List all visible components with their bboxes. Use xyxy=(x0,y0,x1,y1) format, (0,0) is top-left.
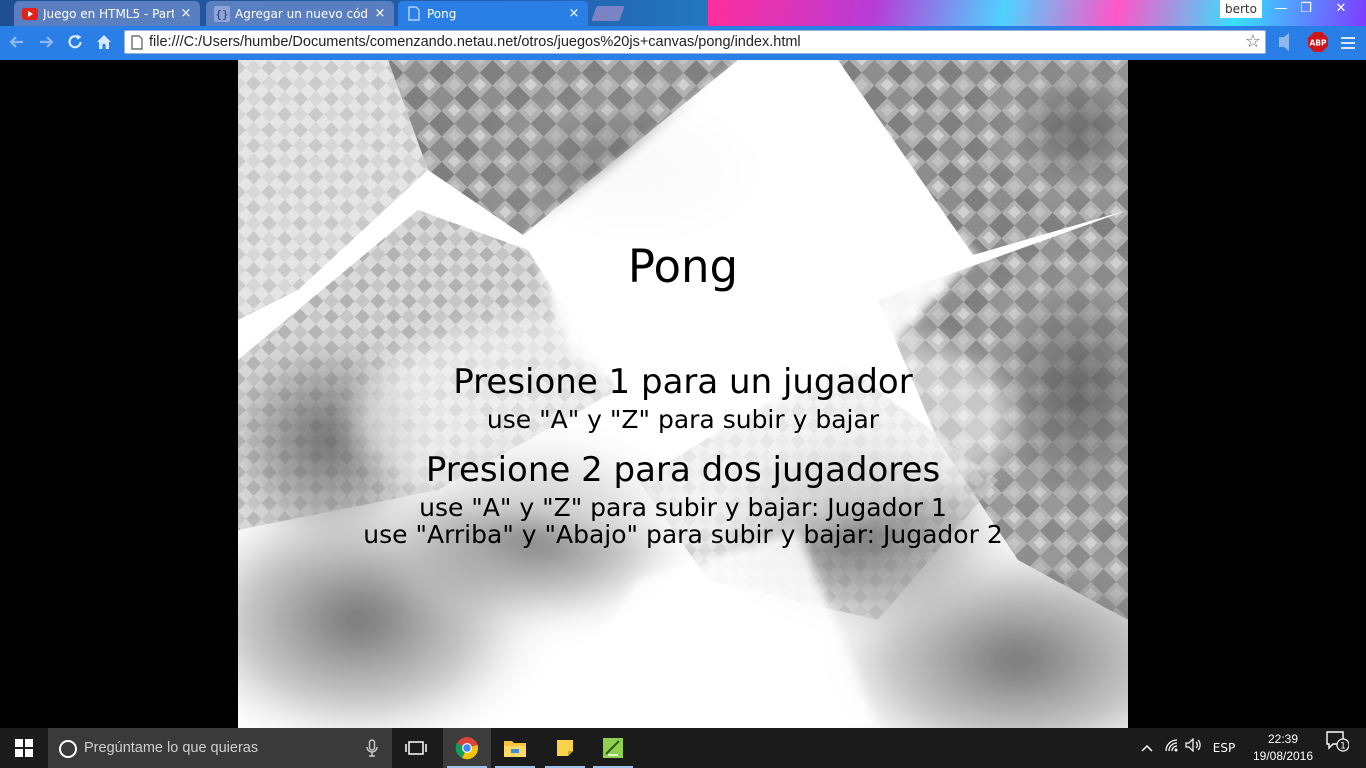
one-player-controls: use "A" y "Z" para subir y bajar xyxy=(486,405,880,434)
new-tab-button[interactable] xyxy=(591,6,625,21)
forward-arrow-icon[interactable] xyxy=(36,33,56,53)
back-arrow-icon[interactable] xyxy=(7,33,27,53)
cast-icon[interactable] xyxy=(1276,33,1296,55)
youtube-icon xyxy=(22,6,38,22)
tab-title: Pong xyxy=(427,6,457,21)
task-view-icon[interactable] xyxy=(392,728,440,768)
url-text[interactable]: file:///C:/Users/humbe/Documents/comenza… xyxy=(149,31,801,53)
adblock-plus-icon[interactable]: ABP xyxy=(1308,32,1328,56)
brackets-icon: {} xyxy=(214,5,230,22)
windows-taskbar: Pregúntame lo que quieras ESP 22:39 19/0… xyxy=(0,728,1366,768)
search-placeholder: Pregúntame lo que quieras xyxy=(84,740,259,756)
microphone-icon[interactable] xyxy=(366,739,378,761)
home-icon[interactable] xyxy=(94,33,114,53)
adblock-label: ABP xyxy=(1309,39,1327,48)
notification-count: 1 xyxy=(1340,742,1346,752)
cortana-icon xyxy=(59,740,77,758)
chrome-taskbar-icon[interactable] xyxy=(443,728,491,768)
action-center-icon[interactable]: 1 xyxy=(1322,728,1352,768)
one-player-option: Presione 1 para un jugador xyxy=(453,362,913,402)
tab-close-icon[interactable]: × xyxy=(374,6,386,21)
player1-controls: use "A" y "Z" para subir y bajar: Jugado… xyxy=(419,493,947,522)
page-icon xyxy=(131,35,143,54)
tab-youtube[interactable]: Juego en HTML5 - Parte 5 × xyxy=(14,1,200,26)
tab-title: Agregar un nuevo código xyxy=(235,6,368,21)
minimize-button[interactable]: — xyxy=(1268,0,1294,18)
system-clock[interactable]: 22:39 19/08/2016 xyxy=(1246,731,1320,765)
tab-close-icon[interactable]: × xyxy=(180,6,192,21)
tab-close-icon[interactable]: × xyxy=(568,6,580,21)
sticky-notes-icon[interactable] xyxy=(541,728,589,768)
game-canvas[interactable]: Pong Presione 1 para un jugador use "A" … xyxy=(238,60,1128,728)
windows-start-icon[interactable] xyxy=(0,728,48,768)
tab-pong[interactable]: Pong × xyxy=(398,1,588,26)
profile-button[interactable]: berto xyxy=(1220,0,1262,18)
svg-text:{}: {} xyxy=(215,8,228,21)
address-bar[interactable]: file:///C:/Users/humbe/Documents/comenza… xyxy=(124,30,1266,54)
tray-chevron-up-icon[interactable] xyxy=(1138,728,1156,768)
notepad-plus-icon[interactable] xyxy=(589,728,637,768)
input-language[interactable]: ESP xyxy=(1208,728,1240,768)
page-viewport: Pong Presione 1 para un jugador use "A" … xyxy=(0,60,1366,728)
chrome-menu-icon[interactable] xyxy=(1340,35,1356,54)
file-explorer-icon[interactable] xyxy=(491,728,539,768)
tab-title: Juego en HTML5 - Parte 5 xyxy=(43,6,174,21)
network-icon[interactable] xyxy=(1162,728,1182,768)
close-window-button[interactable]: ✕ xyxy=(1326,0,1356,18)
game-title: Pong xyxy=(627,240,739,293)
volume-icon[interactable] xyxy=(1184,728,1204,768)
reload-icon[interactable] xyxy=(65,33,85,53)
player2-controls: use "Arriba" y "Abajo" para subir y baja… xyxy=(363,520,1003,549)
two-player-option: Presione 2 para dos jugadores xyxy=(425,450,941,490)
browser-title-bar xyxy=(0,0,1366,26)
clock-time: 22:39 xyxy=(1267,732,1299,746)
tab-agregar-codigo[interactable]: {} Agregar un nuevo código × xyxy=(206,1,394,26)
bookmark-star-icon[interactable]: ☆ xyxy=(1245,31,1261,53)
restore-button[interactable]: ❐ xyxy=(1293,0,1319,18)
page-icon xyxy=(406,6,422,22)
cortana-search-box[interactable]: Pregúntame lo que quieras xyxy=(48,728,392,768)
clock-date: 19/08/2016 xyxy=(1252,749,1314,763)
